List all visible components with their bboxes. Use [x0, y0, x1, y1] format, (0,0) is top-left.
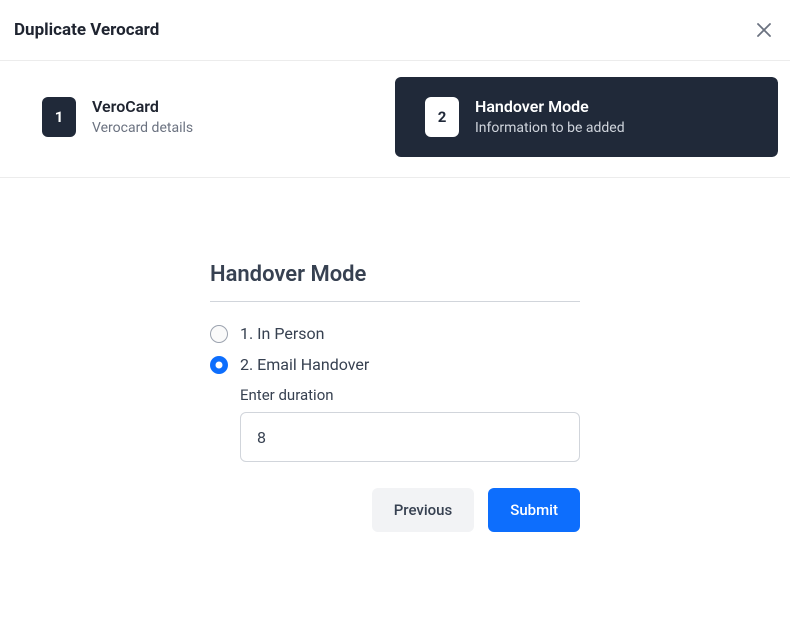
- radio-email-handover[interactable]: [210, 356, 228, 374]
- step-number: 2: [425, 97, 459, 137]
- step-subtitle: Verocard details: [92, 119, 193, 137]
- close-button[interactable]: [752, 18, 776, 42]
- previous-button[interactable]: Previous: [372, 488, 475, 532]
- option-email-handover[interactable]: 2. Email Handover: [210, 355, 580, 374]
- radio-in-person[interactable]: [210, 325, 228, 343]
- handover-options: 1. In Person 2. Email Handover Enter dur…: [210, 324, 580, 462]
- section-title: Handover Mode: [210, 262, 580, 302]
- step-handover-mode[interactable]: 2 Handover Mode Information to be added: [395, 77, 778, 157]
- steps-container: 1 VeroCard Verocard details 2 Handover M…: [0, 61, 790, 178]
- step-verocard[interactable]: 1 VeroCard Verocard details: [12, 77, 395, 157]
- form-content: Handover Mode 1. In Person 2. Email Hand…: [210, 262, 580, 532]
- duration-input[interactable]: [240, 412, 580, 462]
- step-title: VeroCard: [92, 97, 193, 116]
- option-label: 1. In Person: [240, 324, 324, 343]
- form-actions: Previous Submit: [210, 488, 580, 532]
- modal-title: Duplicate Verocard: [14, 20, 159, 40]
- duration-label: Enter duration: [240, 386, 580, 404]
- step-number: 1: [42, 97, 76, 137]
- option-label: 2. Email Handover: [240, 355, 369, 374]
- option-in-person[interactable]: 1. In Person: [210, 324, 580, 343]
- step-title: Handover Mode: [475, 97, 625, 116]
- modal-header: Duplicate Verocard: [0, 0, 790, 61]
- submit-button[interactable]: Submit: [488, 488, 580, 532]
- close-icon: [756, 22, 772, 38]
- step-subtitle: Information to be added: [475, 119, 625, 137]
